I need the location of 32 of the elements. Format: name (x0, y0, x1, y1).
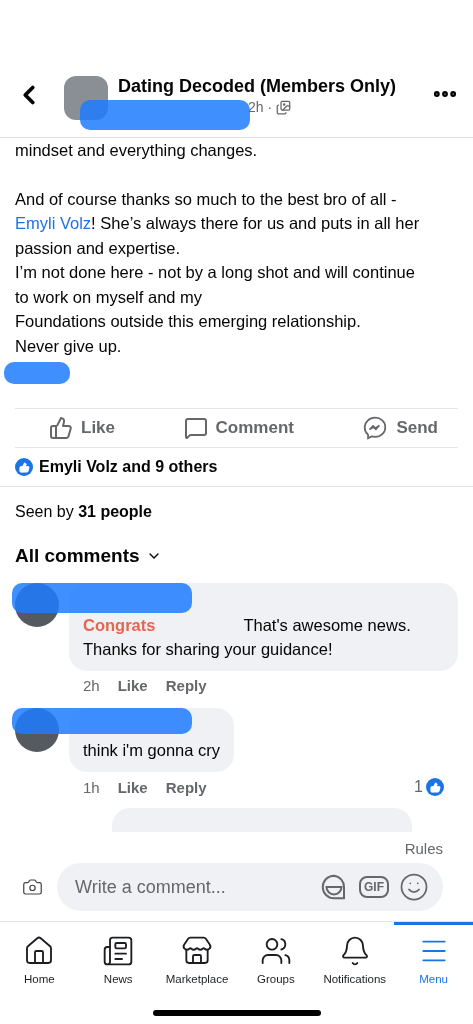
mention-link[interactable]: Congrats (83, 616, 156, 635)
gif-button[interactable]: GIF (359, 876, 389, 898)
reaction-count: 1 (414, 778, 423, 797)
post-text: Never give up. (15, 335, 123, 357)
group-title[interactable]: Dating Decoded (Members Only) (118, 76, 397, 97)
like-button[interactable]: Like (45, 412, 120, 445)
rules-link[interactable]: Rules (0, 832, 473, 857)
post-text: And of course thanks so much to the best bro of all - Emyli Volz! She’s always there for us and puts in all her passion and expertise. (15, 188, 421, 259)
post-text: I’m not done here - not by a long shot and will continue to work on myself and my (15, 262, 416, 308)
comment-time: 1h (83, 778, 100, 796)
nav-tab[interactable]: News (78, 922, 158, 985)
nav-tab[interactable]: Groups (236, 922, 316, 985)
comment-text: think i'm gonna cry (83, 741, 221, 760)
reply-link[interactable]: Reply (165, 677, 207, 695)
comment-text: Congrats That's awesome news. Thanks for sharing your guidance! (83, 616, 411, 659)
comment-field[interactable]: Write a comment... GIF (57, 863, 443, 911)
reaction-summary[interactable]: Emyli Volz and 9 others (39, 458, 218, 477)
comment-time: 2h (83, 677, 100, 695)
nav-tab[interactable]: Notifications (315, 922, 395, 985)
nav-tab[interactable]: Marketplace (157, 922, 237, 985)
reply-link[interactable]: Reply (165, 778, 207, 796)
nav-tab[interactable]: Home (0, 922, 79, 985)
nav-tab[interactable]: Menu (394, 922, 473, 985)
like-link[interactable]: Like (117, 677, 148, 695)
post-text: mindset and everything changes. (15, 140, 259, 161)
send-button[interactable]: Send (358, 411, 442, 446)
post-time: 2h · (248, 99, 273, 115)
comments-filter[interactable]: All comments (15, 545, 458, 568)
comment-button[interactable]: Comment (179, 412, 298, 445)
seen-by-text: Seen by 31 people (14, 502, 153, 522)
post-text: Foundations outside this emerging relationship. (15, 311, 362, 332)
like-link[interactable]: Like (117, 778, 148, 796)
